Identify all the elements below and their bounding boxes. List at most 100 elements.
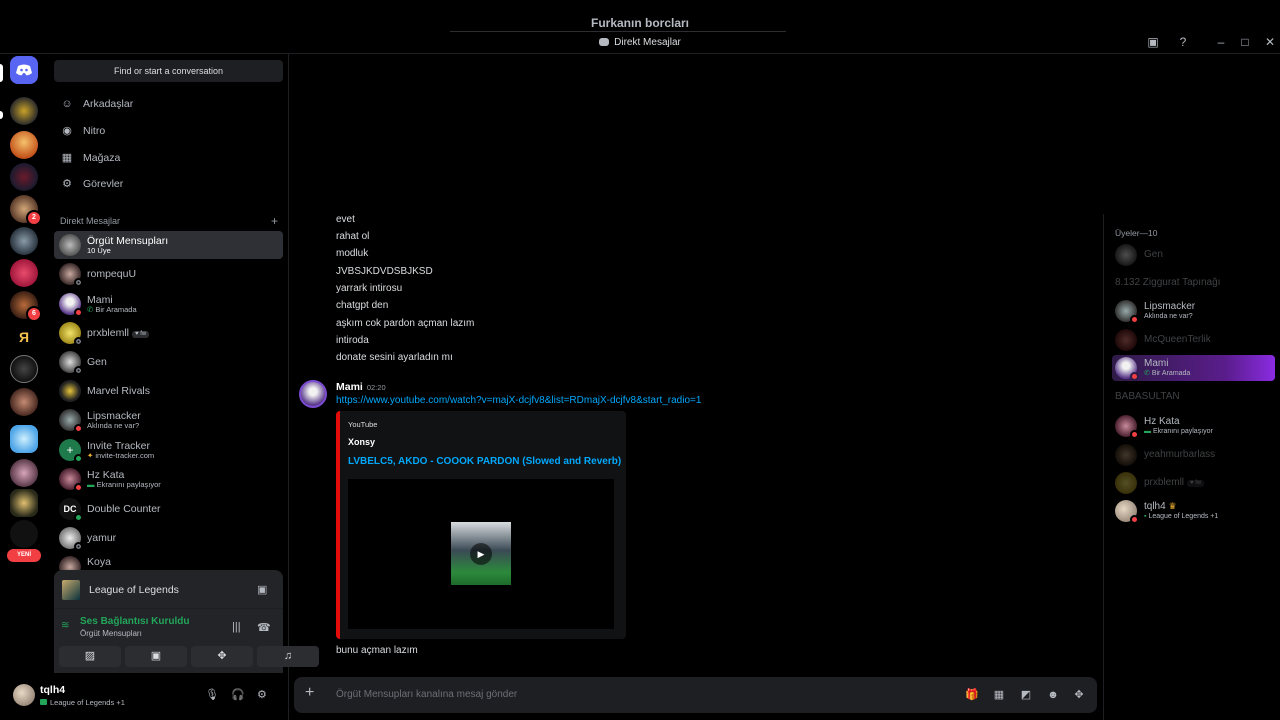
noise-suppression-icon[interactable]: ||| bbox=[232, 621, 241, 633]
help-icon[interactable]: ? bbox=[1175, 34, 1191, 50]
server-icon[interactable] bbox=[10, 163, 38, 191]
message-text: aşkım cok pardon açman lazım bbox=[336, 318, 475, 329]
screen-share-button[interactable]: ▣ bbox=[125, 646, 187, 667]
activity-game[interactable]: League of Legends bbox=[62, 580, 179, 600]
dm-item[interactable]: rompequU bbox=[54, 260, 283, 288]
dm-name: Marvel Rivals bbox=[87, 384, 151, 397]
message-text: bunu açman lazım bbox=[336, 645, 418, 656]
create-dm-icon[interactable]: + bbox=[271, 214, 278, 228]
member-item[interactable]: Lipsmacker Aklında ne var? bbox=[1112, 298, 1275, 324]
server-icon[interactable] bbox=[10, 355, 38, 383]
video-player[interactable]: ▶ bbox=[348, 479, 614, 629]
dm-sub: Aklında ne var? bbox=[87, 420, 140, 430]
message-input[interactable]: Örgüt Mensupları kanalına mesaj gönder bbox=[336, 689, 517, 700]
voice-status[interactable]: Ses Bağlantısı Kuruldu bbox=[62, 616, 189, 627]
dm-item[interactable]: DC Double Counter bbox=[54, 495, 283, 523]
minimize-icon[interactable]: – bbox=[1213, 34, 1229, 50]
close-icon[interactable]: ✕ bbox=[1262, 34, 1278, 50]
member-item[interactable]: BABASULTAN bbox=[1112, 384, 1275, 410]
nav-shop[interactable]: ▦ Mağaza bbox=[54, 145, 283, 171]
embed-title[interactable]: LVBELC5, AKDO - COOOK PARDON (Slowed and… bbox=[348, 456, 621, 467]
server-icon[interactable] bbox=[10, 520, 38, 548]
dm-item[interactable]: Koya bbox=[54, 552, 283, 570]
member-item[interactable]: Gen bbox=[1112, 242, 1275, 268]
dm-item[interactable]: Mami ✆ Bir Aramada bbox=[54, 290, 283, 318]
member-sub: ▬ Ekranını paylaşıyor bbox=[1144, 428, 1213, 436]
home-button[interactable] bbox=[10, 56, 38, 84]
dm-name: prxblemll ♥ fw bbox=[87, 327, 150, 339]
headphones-icon[interactable]: 🎧 bbox=[231, 688, 245, 701]
nitro-icon: ◉ bbox=[62, 125, 72, 137]
microphone-icon[interactable]: 🎙 bbox=[205, 688, 219, 701]
member-name: BABASULTAN bbox=[1115, 391, 1180, 403]
dm-item[interactable]: Lipsmacker Aklında ne var? bbox=[54, 406, 283, 434]
apps-icon[interactable]: ✥ bbox=[1072, 688, 1086, 702]
member-name: Gen bbox=[1144, 249, 1163, 261]
user-name[interactable]: tqlh4 bbox=[40, 684, 65, 696]
dm-item[interactable]: Örgüt Mensupları 10 Üye bbox=[54, 231, 283, 259]
activities-button[interactable]: ✥ bbox=[191, 646, 253, 667]
disconnect-icon[interactable]: ☎ bbox=[257, 621, 271, 634]
dm-sub-text: Bir Aramada bbox=[95, 304, 137, 314]
server-icon[interactable]: Я bbox=[10, 323, 38, 351]
dm-item[interactable]: prxblemll ♥ fw bbox=[54, 319, 283, 347]
dm-item[interactable]: yamur bbox=[54, 524, 283, 552]
youtube-embed: YouTube Xonsy LVBELC5, AKDO - COOOK PARD… bbox=[336, 411, 626, 639]
server-icon[interactable] bbox=[10, 459, 38, 487]
embed-provider[interactable]: YouTube bbox=[348, 420, 377, 429]
play-icon[interactable]: ▶ bbox=[470, 543, 492, 565]
avatar bbox=[1115, 444, 1137, 466]
find-conversation-button[interactable]: Find or start a conversation bbox=[54, 60, 283, 82]
server-icon[interactable] bbox=[10, 131, 38, 159]
member-item[interactable]: prxblemll ♥ fw bbox=[1112, 470, 1275, 496]
avatar bbox=[59, 527, 83, 551]
maximize-icon[interactable]: □ bbox=[1237, 34, 1253, 50]
activity-settings-icon[interactable]: ▣ bbox=[257, 583, 267, 596]
sticker-icon[interactable]: ◩ bbox=[1019, 688, 1033, 702]
member-item[interactable]: yeahmurbarlass bbox=[1112, 442, 1275, 468]
nav-quests[interactable]: ⚙ Görevler bbox=[54, 171, 283, 197]
user-panel: tqlh4 League of Legends +1 🎙 🎧 ⚙ bbox=[6, 675, 283, 715]
voice-channel[interactable]: Örgüt Mensupları bbox=[62, 629, 189, 638]
embed-author[interactable]: Xonsy bbox=[348, 437, 375, 447]
gif-icon[interactable]: ▦ bbox=[992, 688, 1006, 702]
screen-share-icon: ▬ bbox=[1144, 427, 1153, 435]
clan-tag-text: fw bbox=[140, 330, 147, 337]
dm-item[interactable]: Gen bbox=[54, 348, 283, 376]
dm-name: Lipsmacker bbox=[87, 409, 141, 422]
avatar bbox=[1115, 244, 1137, 266]
message-link[interactable]: https://www.youtube.com/watch?v=majX-dcj… bbox=[336, 395, 701, 406]
member-item[interactable]: 8.132 Ziggurat Tapınağı bbox=[1112, 270, 1275, 296]
message-composer[interactable]: + Örgüt Mensupları kanalına mesaj gönder… bbox=[294, 677, 1097, 713]
settings-gear-icon[interactable]: ⚙ bbox=[257, 688, 267, 701]
nav-friends[interactable]: ☺ Arkadaşlar bbox=[54, 91, 283, 117]
nav-label: Görevler bbox=[83, 178, 124, 190]
server-icon[interactable] bbox=[10, 425, 38, 453]
server-icon[interactable] bbox=[10, 489, 38, 517]
server-icon[interactable] bbox=[10, 259, 38, 287]
dm-sub: ✆ Bir Aramada bbox=[87, 304, 137, 315]
nav-nitro[interactable]: ◉ Nitro bbox=[54, 118, 283, 144]
avatar bbox=[1115, 357, 1139, 381]
inbox-icon[interactable]: ▣ bbox=[1145, 34, 1161, 50]
dm-section-header: Direkt Mesajlar + bbox=[60, 214, 278, 228]
gift-icon[interactable]: 🎁 bbox=[965, 688, 979, 702]
server-icon[interactable] bbox=[10, 388, 38, 416]
camera-button[interactable]: ▨ bbox=[59, 646, 121, 667]
author-avatar[interactable] bbox=[299, 380, 327, 408]
server-icon[interactable] bbox=[10, 97, 38, 125]
discord-icon bbox=[599, 38, 610, 46]
member-item[interactable]: McQueenTerlik bbox=[1112, 327, 1275, 353]
member-item[interactable]: Hz Kata ▬ Ekranını paylaşıyor bbox=[1112, 413, 1275, 439]
dm-item[interactable]: Hz Kata ▬ Ekranını paylaşıyor bbox=[54, 465, 283, 493]
dm-item[interactable]: Marvel Rivals bbox=[54, 377, 283, 405]
dm-item[interactable]: + Invite Tracker ✦ invite-tracker.com bbox=[54, 436, 283, 464]
clan-tag: ♥ fw bbox=[1187, 480, 1205, 488]
member-item[interactable]: Mami ✆ Bir Aramada bbox=[1112, 355, 1275, 381]
attach-plus-icon[interactable]: + bbox=[305, 684, 314, 702]
author-name[interactable]: Mami bbox=[336, 381, 363, 393]
user-avatar[interactable] bbox=[13, 684, 35, 706]
server-icon[interactable] bbox=[10, 227, 38, 255]
member-item[interactable]: tqlh4 ♛ ▪ League of Legends +1 bbox=[1112, 498, 1275, 524]
emoji-icon[interactable]: ☻ bbox=[1046, 688, 1060, 702]
